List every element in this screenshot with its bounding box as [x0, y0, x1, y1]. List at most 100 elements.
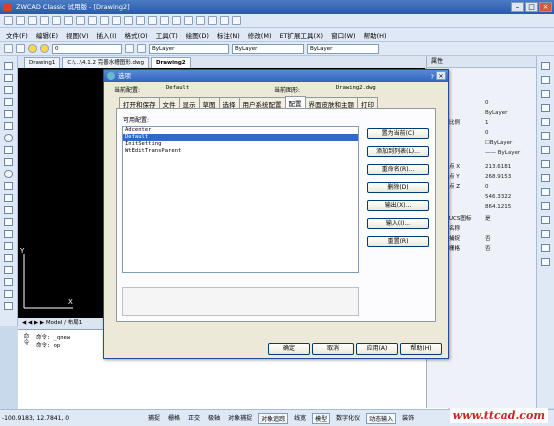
doc-tab-drawing2[interactable]: Drawing2 — [151, 57, 191, 68]
status-ortho[interactable]: 正交 — [186, 413, 202, 424]
stretch-icon[interactable] — [541, 174, 550, 182]
circle-icon[interactable] — [4, 134, 13, 142]
tab-open-save[interactable]: 打开和保存 — [119, 97, 160, 109]
tab-display[interactable]: 显示 — [178, 97, 200, 109]
status-polar[interactable]: 极轴 — [206, 413, 222, 424]
save-icon[interactable] — [28, 16, 37, 25]
menu-help[interactable]: 帮助(H) — [364, 30, 387, 40]
menu-window[interactable]: 窗口(W) — [331, 30, 356, 40]
menu-tools[interactable]: 工具(T) — [156, 30, 178, 40]
delete-button[interactable]: 删除(D) — [367, 182, 429, 193]
close-button[interactable]: × — [539, 2, 552, 12]
region-icon[interactable] — [4, 242, 13, 250]
help-icon[interactable] — [232, 16, 241, 25]
extend-icon[interactable] — [541, 202, 550, 210]
menu-modify[interactable]: 修改(M) — [248, 30, 272, 40]
arc-icon[interactable] — [4, 122, 13, 130]
line-icon[interactable] — [4, 62, 13, 70]
paste-icon[interactable] — [88, 16, 97, 25]
ok-button[interactable]: 确定 — [268, 343, 310, 355]
trim-icon[interactable] — [541, 188, 550, 196]
layer-previous-icon[interactable] — [137, 44, 146, 53]
explode-icon[interactable] — [541, 258, 550, 266]
status-tablet[interactable]: 数字化仪 — [334, 413, 362, 424]
layer-manager-icon[interactable] — [4, 44, 13, 53]
nav-arrows-icon[interactable]: ◀ ◀ ▶ ▶ — [22, 320, 46, 326]
dialog-close-button[interactable]: × — [436, 71, 446, 80]
tab-profiles[interactable]: 配置 — [284, 96, 306, 108]
menu-view[interactable]: 视图(V) — [66, 30, 89, 40]
offset-icon[interactable] — [541, 104, 550, 112]
menu-format[interactable]: 格式(O) — [125, 30, 148, 40]
doc-tab-sink[interactable]: C:\...\4.1.2 完善水槽图形.dwg — [62, 57, 149, 68]
cut-icon[interactable] — [64, 16, 73, 25]
preview-icon[interactable] — [52, 16, 61, 25]
import-button[interactable]: 输入(I)... — [367, 218, 429, 229]
ellipse-icon[interactable] — [4, 170, 13, 178]
fillet-icon[interactable] — [541, 244, 550, 252]
polygon-icon[interactable] — [4, 98, 13, 106]
doc-tab-drawing1[interactable]: Drawing1 — [24, 57, 61, 68]
polyline-icon[interactable] — [4, 86, 13, 94]
chamfer-icon[interactable] — [541, 230, 550, 238]
lineweight-select[interactable]: ByLayer — [307, 43, 379, 54]
tool-palette-icon[interactable] — [208, 16, 217, 25]
zoom-window-icon[interactable] — [160, 16, 169, 25]
make-current-layer-icon[interactable] — [125, 44, 134, 53]
tab-files[interactable]: 文件 — [158, 97, 180, 109]
profile-item[interactable]: Adcenter — [123, 127, 358, 134]
spline-icon[interactable] — [4, 158, 13, 166]
tab-drafting[interactable]: 草图 — [198, 97, 220, 109]
move-icon[interactable] — [541, 132, 550, 140]
tab-user-preferences[interactable]: 用户系统配置 — [238, 97, 286, 109]
set-current-button[interactable]: 置为当前(C) — [367, 128, 429, 139]
linetype-select[interactable]: ByLayer — [232, 43, 304, 54]
rectangle-icon[interactable] — [4, 110, 13, 118]
scale-icon[interactable] — [541, 160, 550, 168]
undo-icon[interactable] — [112, 16, 121, 25]
layer-state-icon[interactable] — [16, 44, 25, 53]
solid-icon[interactable] — [4, 302, 13, 310]
maximize-button[interactable]: □ — [525, 2, 538, 12]
erase-icon[interactable] — [541, 62, 550, 70]
hatch-icon[interactable] — [4, 230, 13, 238]
open-icon[interactable] — [16, 16, 25, 25]
zoom-realtime-icon[interactable] — [148, 16, 157, 25]
rotate-icon[interactable] — [541, 146, 550, 154]
dialog-help-button[interactable]: ? — [431, 71, 434, 83]
layer-select[interactable]: 0 — [52, 43, 122, 54]
minimize-button[interactable]: – — [511, 2, 524, 12]
menu-file[interactable]: 文件(F) — [6, 30, 28, 40]
rename-button[interactable]: 重命名(R)... — [367, 164, 429, 175]
match-properties-icon[interactable] — [100, 16, 109, 25]
point-icon[interactable] — [4, 218, 13, 226]
xline-icon[interactable] — [4, 74, 13, 82]
menu-draw[interactable]: 绘图(D) — [186, 30, 209, 40]
color-select[interactable]: ByLayer — [149, 43, 229, 54]
menu-insert[interactable]: 插入(I) — [97, 30, 117, 40]
layout-tab-model[interactable]: Model / 布局1 — [46, 320, 82, 326]
add-to-list-button[interactable]: 添加到列表(L)... — [367, 146, 429, 157]
pan-icon[interactable] — [136, 16, 145, 25]
export-button[interactable]: 输出(X)... — [367, 200, 429, 211]
status-lineweight[interactable]: 线宽 — [292, 413, 308, 424]
properties-icon[interactable] — [184, 16, 193, 25]
donut-icon[interactable] — [4, 290, 13, 298]
profile-item[interactable]: WtEditTransParent — [123, 148, 358, 155]
profile-item[interactable]: InitSetting — [123, 141, 358, 148]
copy-object-icon[interactable] — [541, 76, 550, 84]
table-icon[interactable] — [4, 254, 13, 262]
mirror-icon[interactable] — [541, 90, 550, 98]
status-osnap[interactable]: 对象捕捉 — [226, 413, 254, 424]
copy-icon[interactable] — [76, 16, 85, 25]
profile-item[interactable]: Default — [123, 134, 358, 141]
ellipse-arc-icon[interactable] — [4, 182, 13, 190]
status-decoration[interactable]: 装饰 — [400, 413, 416, 424]
menu-edit[interactable]: 编辑(E) — [36, 30, 58, 40]
reset-button[interactable]: 重置(R) — [367, 236, 429, 247]
tab-plot[interactable]: 打印 — [357, 97, 378, 109]
revcloud-icon[interactable] — [4, 146, 13, 154]
cancel-button[interactable]: 取消 — [312, 343, 354, 355]
tab-skin-theme[interactable]: 界面皮肤和主题 — [304, 97, 358, 109]
help-button[interactable]: 帮助(H) — [400, 343, 442, 355]
